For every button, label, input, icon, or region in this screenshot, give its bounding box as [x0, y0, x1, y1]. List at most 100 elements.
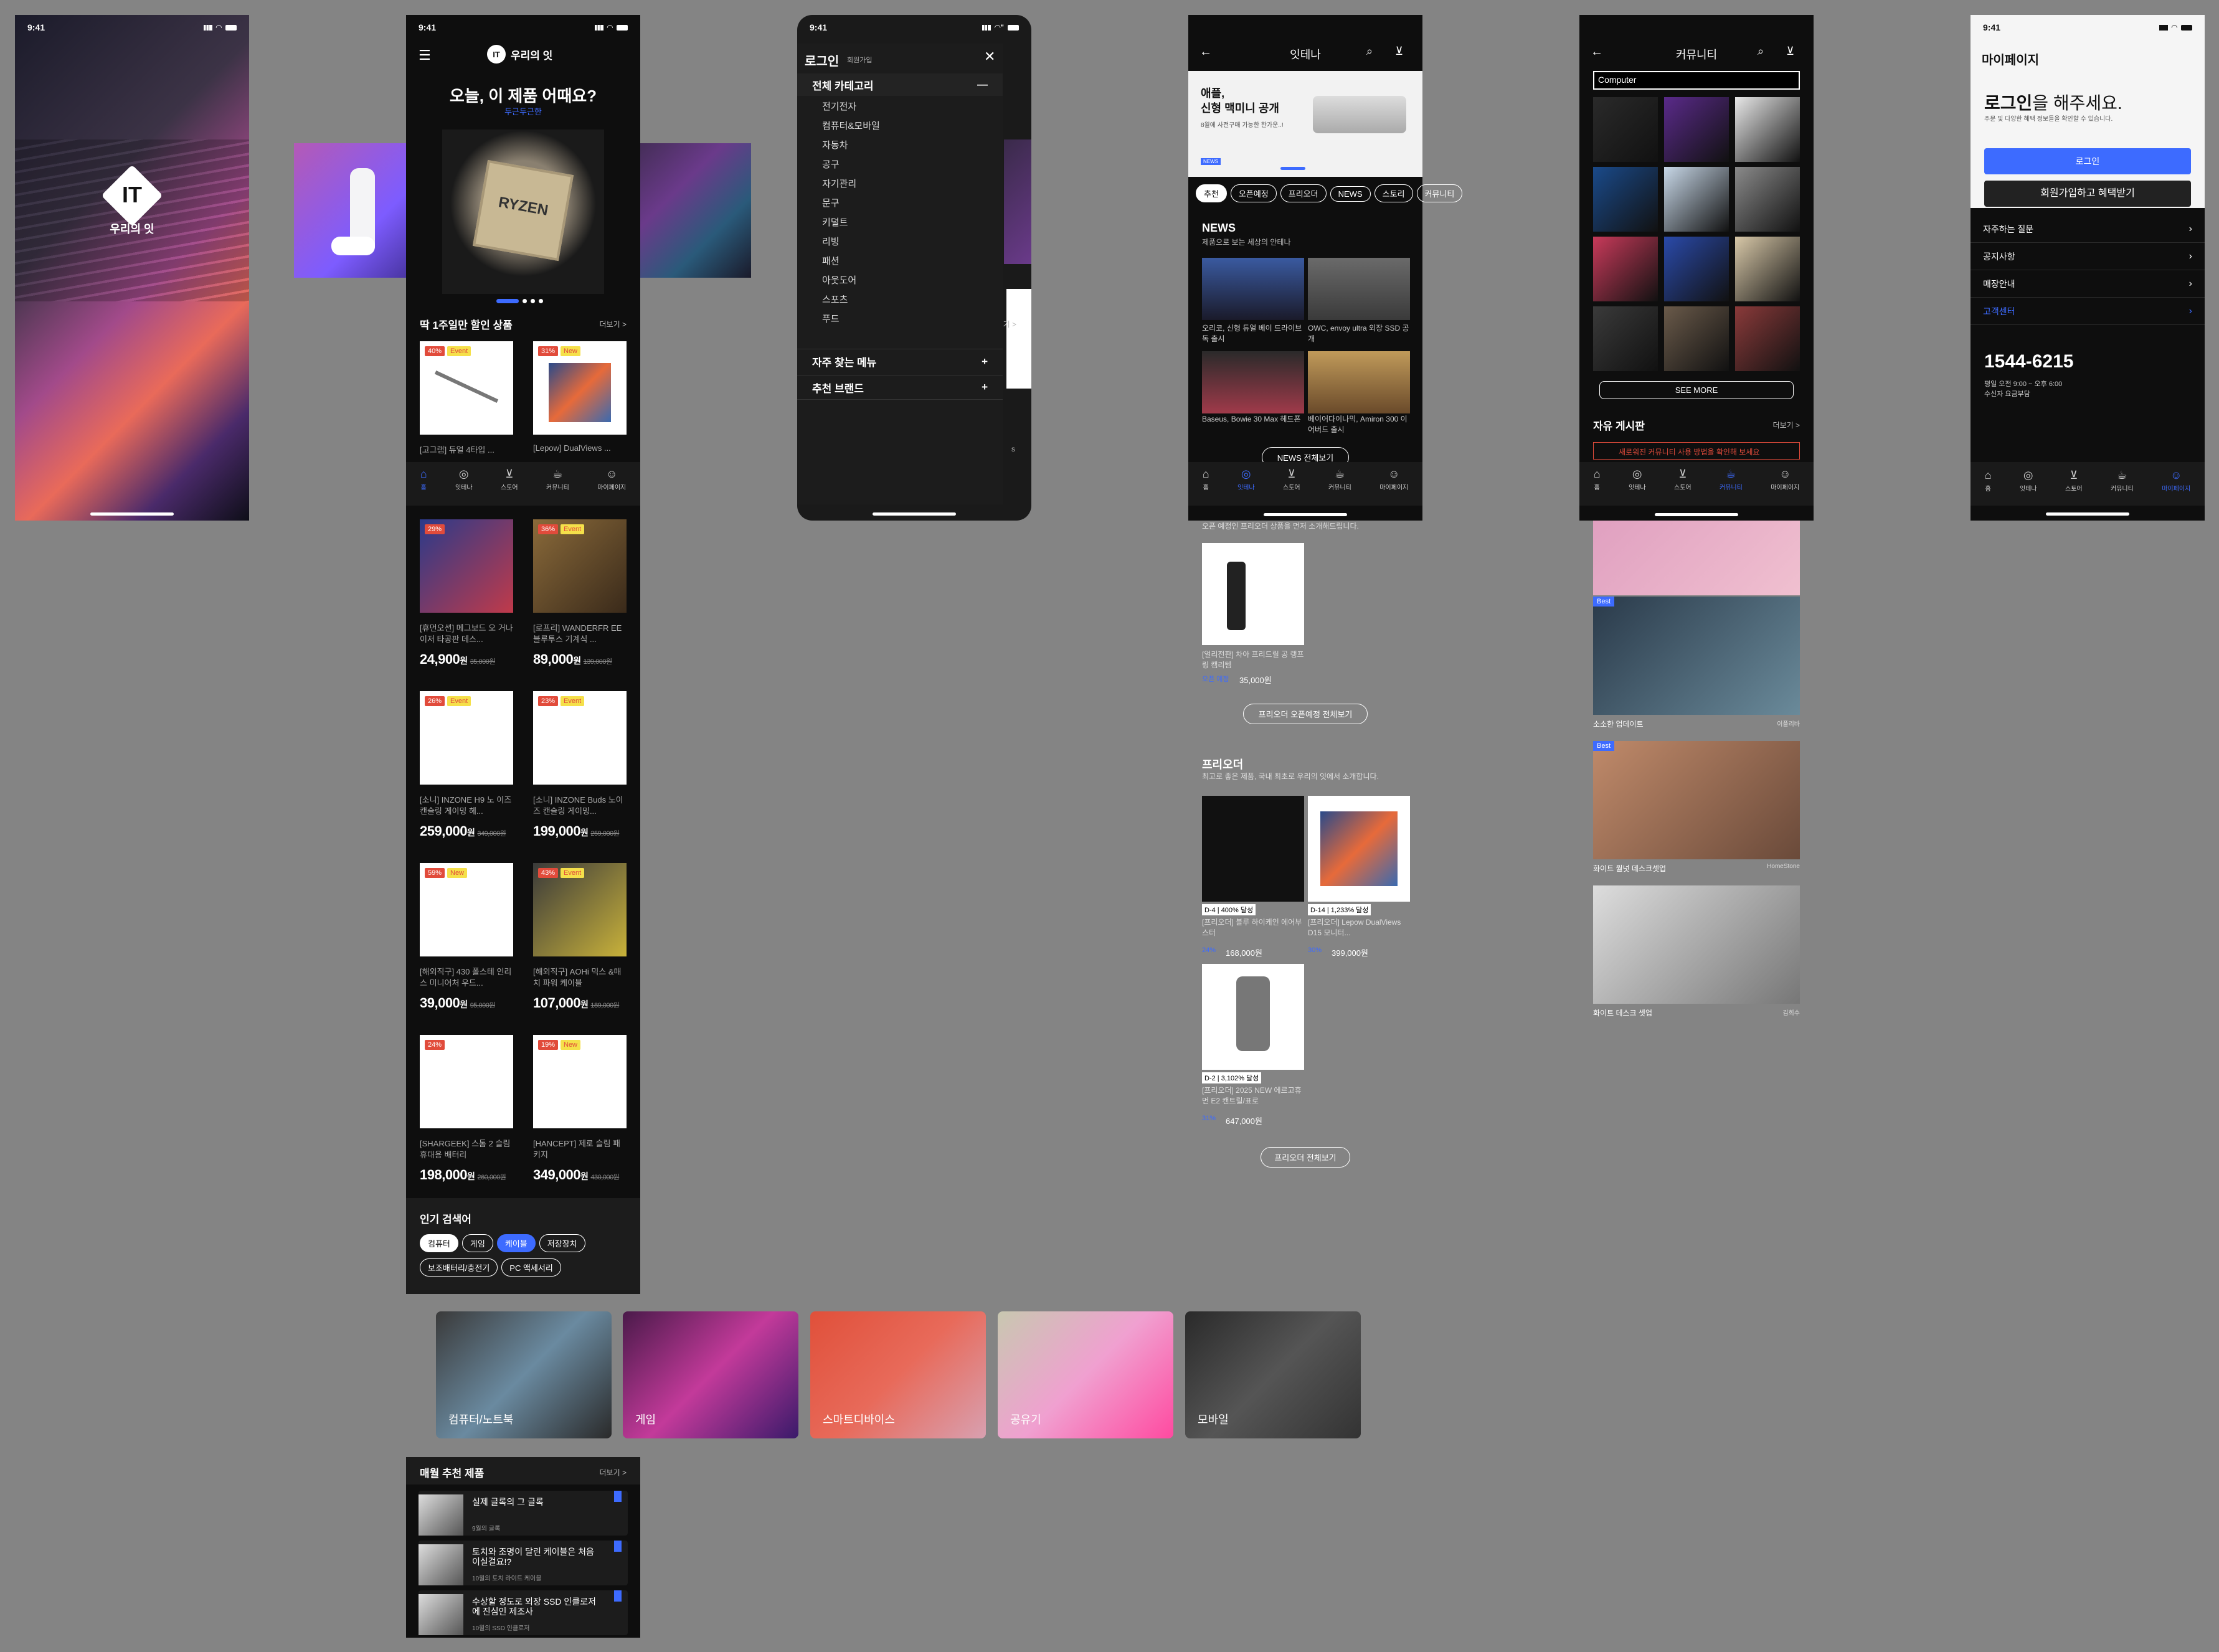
- category-card[interactable]: 컴퓨터/노트북: [436, 1311, 612, 1438]
- news-card-image[interactable]: [1308, 351, 1410, 413]
- tab-mypage[interactable]: ☺ 마이페이지: [597, 468, 626, 506]
- monthly-item[interactable]: 토치와 조명이 달린 케이블은 처음이실걸요!? 10월의 토치 라이트 케이블: [419, 1541, 628, 1585]
- home-logo[interactable]: IT 우리의 잇: [487, 45, 552, 64]
- community-thumb[interactable]: [1593, 97, 1658, 162]
- category-card[interactable]: 스마트디바이스: [810, 1311, 986, 1438]
- community-thumb[interactable]: [1735, 306, 1800, 371]
- community-thumb[interactable]: [1664, 167, 1729, 232]
- support-row[interactable]: 고객센터 ›: [1971, 298, 2205, 325]
- tab-mypage[interactable]: ☺ 마이페이지: [1379, 468, 1408, 506]
- menu-category-item[interactable]: 컴퓨터&모바일: [822, 119, 880, 138]
- tab-mypage[interactable]: ☺ 마이페이지: [2162, 470, 2190, 506]
- bookmark-icon[interactable]: [614, 1491, 622, 1502]
- popular-chip[interactable]: 컴퓨터: [420, 1234, 458, 1252]
- menu-category-item[interactable]: 키덜트: [822, 215, 880, 235]
- product-card[interactable]: 36% Event: [533, 519, 627, 613]
- filter-chip[interactable]: 커뮤니티: [1416, 184, 1463, 202]
- open-all-button[interactable]: 프리오더 오픈예정 전체보기: [1243, 704, 1368, 724]
- carousel-dots[interactable]: [496, 299, 543, 303]
- product-card[interactable]: 23% Event: [533, 691, 627, 785]
- community-thumb[interactable]: [1735, 237, 1800, 301]
- tab-community[interactable]: ☕ 커뮤니티: [2111, 470, 2134, 506]
- menu-category-item[interactable]: 아웃도어: [822, 273, 880, 293]
- close-icon[interactable]: ✕: [984, 49, 995, 65]
- faq-menu-row[interactable]: 자주 찾는 메뉴 +: [797, 349, 1003, 374]
- menu-category-item[interactable]: 전기전자: [822, 100, 880, 119]
- search-icon[interactable]: ⌕: [1366, 45, 1373, 58]
- community-thumb[interactable]: [1735, 167, 1800, 232]
- popular-chip[interactable]: 보조배터리/충전기: [420, 1258, 498, 1277]
- product-card[interactable]: 43% Event: [533, 863, 627, 956]
- post-image[interactable]: Best: [1593, 741, 1800, 859]
- popular-chip[interactable]: 게임: [461, 1234, 493, 1252]
- monthly-item[interactable]: 실제 글록의 그 글록 9월의 글록: [419, 1491, 628, 1536]
- popular-chip[interactable]: PC 액세서리: [501, 1258, 561, 1277]
- board-more-link[interactable]: 더보기 >: [1773, 420, 1800, 431]
- product-card[interactable]: 59% New: [420, 863, 513, 956]
- monthly-more-link[interactable]: 더보기 >: [600, 1467, 627, 1478]
- popular-chip[interactable]: 케이블: [496, 1234, 536, 1252]
- bookmark-icon[interactable]: [614, 1590, 622, 1602]
- faq-row[interactable]: 자주하는 질문 ›: [1971, 215, 2205, 243]
- sale-more-link[interactable]: 더보기 >: [600, 319, 627, 330]
- tab-itna[interactable]: ◎ 잇테나: [2020, 470, 2037, 506]
- tab-itna[interactable]: ◎ 잇테나: [455, 468, 473, 506]
- signup-button[interactable]: 회원가입하고 혜택받기: [1984, 181, 2191, 207]
- all-categories-header[interactable]: 전체 카테고리 —: [797, 73, 1003, 96]
- preorder-all-button[interactable]: 프리오더 전체보기: [1261, 1147, 1350, 1168]
- see-more-button[interactable]: SEE MORE: [1599, 381, 1794, 399]
- bookmark-icon[interactable]: [614, 1541, 622, 1552]
- news-card-image[interactable]: [1202, 258, 1304, 320]
- tab-home[interactable]: ⌂ 홈: [1594, 468, 1601, 506]
- search-icon[interactable]: ⌕: [1758, 45, 1764, 58]
- cart-icon[interactable]: ⊻: [1786, 45, 1794, 58]
- post-image[interactable]: [1593, 885, 1800, 1004]
- tab-community[interactable]: ☕ 커뮤니티: [1720, 468, 1743, 506]
- community-thumb[interactable]: [1664, 306, 1729, 371]
- menu-category-item[interactable]: 리빙: [822, 235, 880, 254]
- preorder-image[interactable]: [1202, 964, 1304, 1070]
- notice-row[interactable]: 공지사항 ›: [1971, 243, 2205, 270]
- tab-store[interactable]: ⊻ 스토어: [1674, 468, 1691, 506]
- menu-category-item[interactable]: 패션: [822, 254, 880, 273]
- tab-home[interactable]: ⌂ 홈: [1203, 468, 1209, 506]
- community-thumb[interactable]: [1593, 237, 1658, 301]
- menu-category-item[interactable]: 푸드: [822, 312, 880, 331]
- tab-community[interactable]: ☕ 커뮤니티: [546, 468, 569, 506]
- menu-category-item[interactable]: 공구: [822, 158, 880, 177]
- preorder-image[interactable]: [1202, 796, 1304, 902]
- preorder-image[interactable]: [1308, 796, 1410, 902]
- community-thumb[interactable]: [1664, 237, 1729, 301]
- tab-mypage[interactable]: ☺ 마이페이지: [1771, 468, 1799, 506]
- product-card[interactable]: 31% New: [533, 341, 627, 435]
- category-card[interactable]: 모바일: [1185, 1311, 1361, 1438]
- itna-banner[interactable]: 애플, 신형 맥미니 공개 8월에 사전구매 가능한 한가운..! NEWS: [1188, 71, 1422, 177]
- news-card-image[interactable]: [1202, 351, 1304, 413]
- store-row[interactable]: 매장안내 ›: [1971, 270, 2205, 298]
- hero-carousel-image[interactable]: RYZEN: [442, 130, 604, 294]
- tab-itna[interactable]: ◎ 잇테나: [1629, 468, 1646, 506]
- board-notice[interactable]: 새로워진 커뮤니티 사용 방법을 확인해 보세요: [1593, 442, 1800, 460]
- hamburger-menu-icon[interactable]: ☰: [419, 47, 431, 64]
- filter-chip[interactable]: 프리오더: [1280, 184, 1327, 202]
- filter-chip[interactable]: NEWS: [1330, 186, 1371, 202]
- post-image[interactable]: [1593, 521, 1800, 595]
- filter-chip[interactable]: 오픈예정: [1230, 184, 1277, 202]
- product-card[interactable]: 40% Event: [420, 341, 513, 435]
- menu-signup-link[interactable]: 회원가입: [847, 55, 872, 65]
- news-card-image[interactable]: [1308, 258, 1410, 320]
- product-card[interactable]: 19% New: [533, 1035, 627, 1128]
- community-thumb[interactable]: [1735, 97, 1800, 162]
- filter-chip[interactable]: 추천: [1196, 184, 1227, 202]
- product-card[interactable]: 29%: [420, 519, 513, 613]
- brands-menu-row[interactable]: 추천 브랜드 +: [797, 375, 1003, 400]
- menu-category-item[interactable]: 자기관리: [822, 177, 880, 196]
- category-card[interactable]: 공유기: [998, 1311, 1173, 1438]
- menu-category-item[interactable]: 자동차: [822, 138, 880, 158]
- community-thumb[interactable]: [1593, 167, 1658, 232]
- menu-category-item[interactable]: 문구: [822, 196, 880, 215]
- open-item-image[interactable]: [1202, 543, 1304, 645]
- menu-category-item[interactable]: 스포츠: [822, 293, 880, 312]
- tab-community[interactable]: ☕ 커뮤니티: [1328, 468, 1351, 506]
- filter-chip[interactable]: 스토리: [1374, 184, 1413, 202]
